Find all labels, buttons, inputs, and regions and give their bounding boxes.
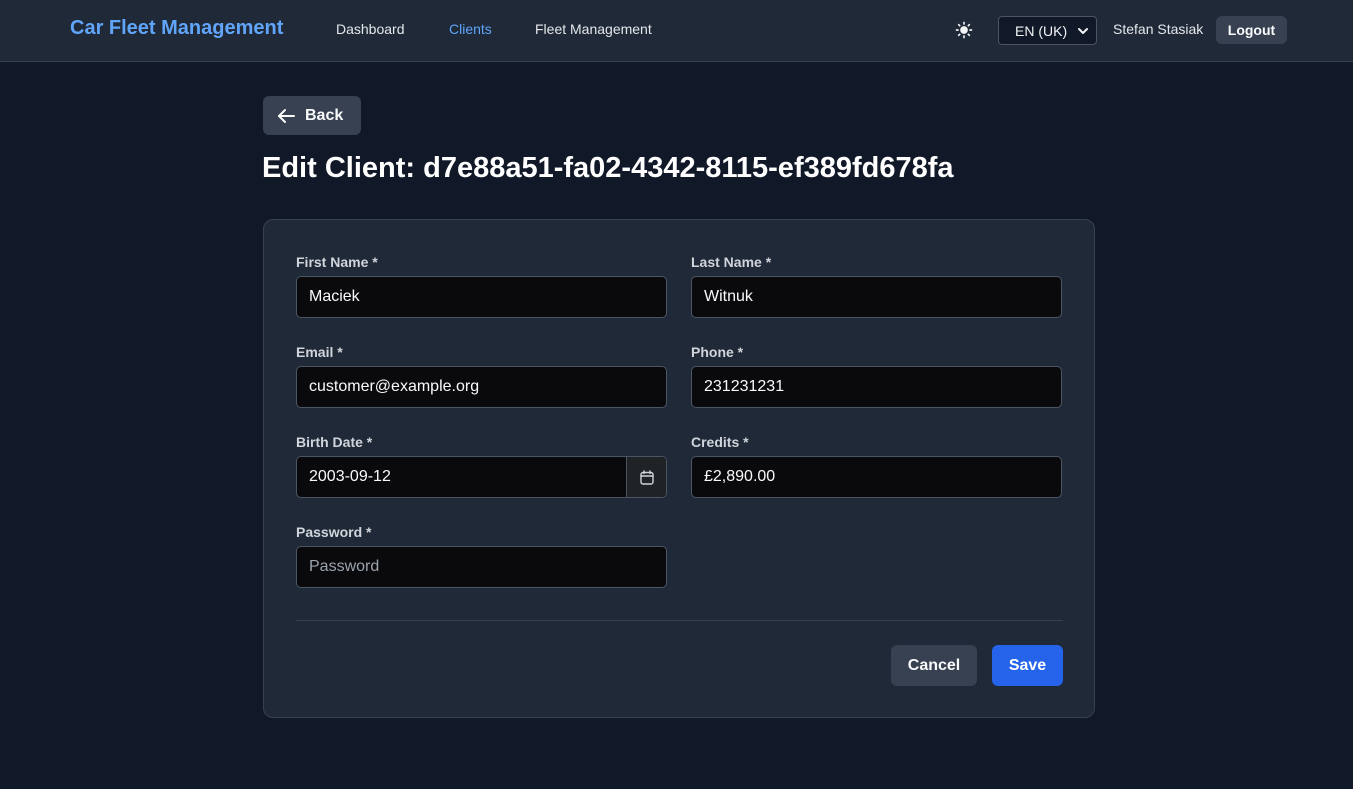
page-title: Edit Client: d7e88a51-fa02-4342-8115-ef3…	[262, 152, 954, 184]
credits-label: Credits *	[691, 434, 749, 450]
back-button[interactable]: Back	[263, 96, 361, 135]
language-select[interactable]: EN (UK)	[998, 16, 1097, 45]
phone-input[interactable]	[691, 366, 1062, 408]
arrow-left-icon	[278, 108, 295, 123]
phone-label: Phone *	[691, 344, 744, 360]
password-label: Password *	[296, 524, 372, 540]
nav-link-dashboard[interactable]: Dashboard	[336, 21, 405, 37]
edit-client-form: First Name * Last Name * Email * Phone *…	[263, 219, 1095, 718]
logout-button[interactable]: Logout	[1216, 16, 1287, 44]
cancel-button[interactable]: Cancel	[891, 645, 977, 686]
email-label: Email *	[296, 344, 343, 360]
current-user-name: Stefan Stasiak	[1113, 21, 1204, 37]
date-picker-button[interactable]	[626, 457, 666, 497]
password-input[interactable]	[296, 546, 667, 588]
nav-link-fleet-management[interactable]: Fleet Management	[535, 21, 652, 37]
email-input[interactable]	[296, 366, 667, 408]
save-button[interactable]: Save	[992, 645, 1063, 686]
birth-date-input[interactable]	[297, 457, 627, 497]
credits-input[interactable]	[691, 456, 1062, 498]
back-button-label: Back	[305, 106, 344, 124]
sun-icon	[955, 21, 973, 39]
brand-title[interactable]: Car Fleet Management	[70, 17, 283, 40]
nav-link-clients[interactable]: Clients	[449, 21, 492, 37]
language-select-value: EN (UK)	[1015, 22, 1068, 39]
birth-date-label: Birth Date *	[296, 434, 373, 450]
first-name-label: First Name *	[296, 254, 378, 270]
last-name-input[interactable]	[691, 276, 1062, 318]
calendar-icon	[639, 469, 654, 485]
first-name-input[interactable]	[296, 276, 667, 318]
last-name-label: Last Name *	[691, 254, 772, 270]
top-navbar: Car Fleet Management Dashboard Clients F…	[0, 0, 1353, 62]
chevron-down-icon	[1078, 28, 1088, 34]
theme-toggle-button[interactable]	[952, 18, 976, 42]
birth-date-field	[296, 456, 667, 498]
form-divider	[296, 620, 1063, 621]
